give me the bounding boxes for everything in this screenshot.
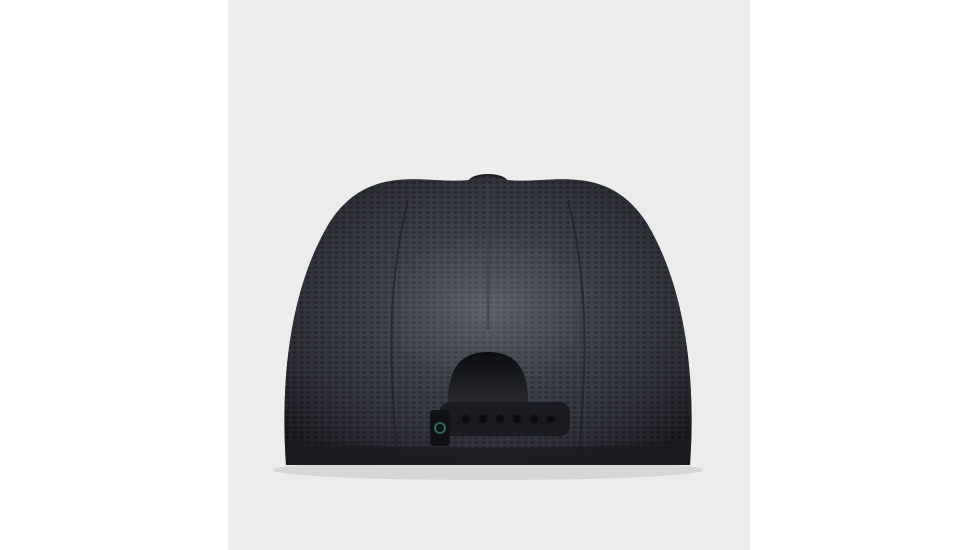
- logo-patch-icon: [430, 410, 450, 446]
- snapback-strap: [440, 402, 570, 436]
- product-photo-panel: [228, 0, 750, 550]
- cap-icon: [273, 174, 703, 480]
- product-image-stage: [0, 0, 978, 550]
